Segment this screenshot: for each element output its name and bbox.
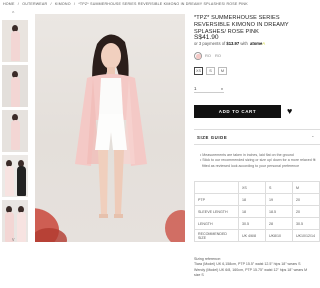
table-cell: SLEEVE LENGTH: [194, 205, 239, 218]
breadcrumb-home[interactable]: HOME: [3, 2, 15, 6]
table-cell: 19: [265, 193, 293, 206]
installment-prefix: or 3 payments of: [194, 41, 226, 46]
product-price: S$41.90: [194, 34, 219, 41]
table-cell: PTP: [194, 193, 239, 206]
thumbnail-1[interactable]: [2, 20, 28, 62]
installment-info: or 3 payments of $13.97 with atomeA: [194, 41, 265, 46]
collapse-icon[interactable]: -: [312, 134, 314, 140]
table-cell: 18: [238, 205, 266, 218]
divider: [194, 144, 320, 145]
color-swatch-rose-pink[interactable]: [194, 52, 202, 60]
breadcrumb-separator: /: [50, 2, 52, 6]
table-row: RECOMMENDED SIZE UK 4/6/8 UK8/10 UK10/12…: [194, 229, 320, 242]
chevron-down-icon[interactable]: v: [12, 238, 15, 243]
table-row: SLEEVE LENGTH 18 18.5 20: [194, 205, 320, 218]
atome-logo[interactable]: atome: [250, 41, 262, 46]
sizing-reference: Sizing reference: Tiara (Model) UK 6,158…: [194, 257, 320, 279]
thumbnail-5[interactable]: [2, 200, 28, 242]
quantity-value: 1: [194, 86, 197, 91]
model-photo: [35, 34, 185, 242]
thumbnail-gallery: ^ v: [2, 12, 28, 244]
main-product-image[interactable]: [35, 14, 185, 242]
table-cell: LENGTH: [194, 217, 239, 230]
table-cell: 20: [292, 193, 320, 206]
quantity-select[interactable]: 1 v: [194, 84, 224, 93]
note-item: fitted as reviewed look according to you…: [202, 163, 300, 168]
table-cell: 18.5: [265, 205, 293, 218]
table-cell: 20: [292, 205, 320, 218]
divider: [194, 129, 320, 130]
chevron-up-icon[interactable]: ^: [12, 12, 14, 17]
size-option-xs[interactable]: XS: [194, 67, 203, 75]
breadcrumb-current: *TPZ* SUMMERHOUSE SERIES REVERSIBLE KIMO…: [78, 2, 248, 6]
table-cell: XS: [238, 181, 266, 194]
table-cell: UK10/12/14: [292, 229, 320, 242]
add-to-cart-button[interactable]: ADD TO CART: [194, 105, 281, 118]
installment-amount: $13.97: [226, 41, 240, 46]
thumbnail-3[interactable]: [2, 110, 28, 152]
table-cell: S: [265, 181, 293, 194]
color-label[interactable]: RO: [215, 53, 221, 58]
heart-icon[interactable]: ♥: [287, 106, 292, 116]
thumbnail-4[interactable]: [2, 155, 28, 197]
table-cell: 30.5: [292, 217, 320, 230]
table-cell: UK8/10: [265, 229, 293, 242]
table-cell: M: [292, 181, 320, 194]
size-guide-notes: • Measurements are taken in inches, laid…: [200, 153, 320, 169]
table-row: XS S M: [194, 181, 320, 194]
size-option-m[interactable]: M: [218, 67, 227, 75]
size-option-s[interactable]: S: [206, 67, 215, 75]
table-cell: 18: [238, 193, 266, 206]
sizing-reference-line: size S: [194, 273, 204, 278]
atome-icon: A: [262, 41, 266, 46]
table-row: PTP 18 19 20: [194, 193, 320, 206]
installment-suffix: with: [240, 41, 248, 46]
size-guide-heading[interactable]: SIZE GUIDE: [197, 135, 227, 140]
breadcrumb-kimono[interactable]: KIMONO: [55, 2, 71, 6]
color-label[interactable]: RO: [205, 53, 211, 58]
table-cell: 30.5: [238, 217, 266, 230]
table-cell: 28: [265, 217, 293, 230]
size-table: XS S M PTP 18 19 20 SLEEVE LENGTH 18 18.…: [194, 181, 320, 242]
breadcrumb-separator: /: [17, 2, 19, 6]
product-title: *TPZ* SUMMERHOUSE SERIES REVERSIBLE KIMO…: [194, 15, 289, 35]
table-row: LENGTH 30.5 28 30.5: [194, 217, 320, 230]
chevron-down-icon: v: [221, 86, 223, 91]
breadcrumb-outerwear[interactable]: OUTERWEAR: [22, 2, 47, 6]
breadcrumb-separator: /: [73, 2, 76, 6]
thumbnail-2[interactable]: [2, 65, 28, 107]
table-cell: UK 4/6/8: [238, 229, 266, 242]
table-cell: [194, 181, 239, 194]
sizing-reference-line: Wendy (Model) UK 6/8, 160cm, PTP 15.75" …: [194, 267, 308, 272]
breadcrumb: HOME / OUTERWEAR / KIMONO / *TPZ* SUMMER…: [3, 2, 250, 6]
table-cell: RECOMMENDED SIZE: [194, 229, 239, 242]
